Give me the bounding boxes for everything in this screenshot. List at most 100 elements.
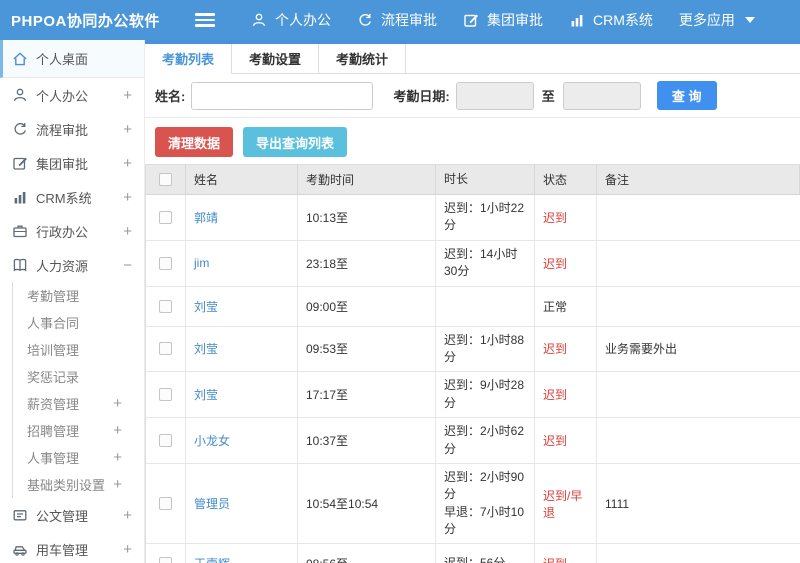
row-checkbox[interactable]	[159, 557, 172, 563]
tab-attendance-settings[interactable]: 考勤设置	[232, 44, 319, 74]
expand-plus[interactable]: +	[113, 476, 122, 493]
bar-chart-icon	[569, 12, 585, 28]
duration-text: 迟到：1小时88分	[436, 326, 535, 372]
note-text: 业务需要外出	[605, 342, 678, 357]
sidebar-item-vehicle-mgmt[interactable]: 用车管理 +	[0, 532, 144, 563]
status-badge: 迟到	[535, 240, 597, 286]
select-all-checkbox[interactable]	[159, 173, 172, 186]
sidebar-subitem-salary-mgmt[interactable]: 薪资管理 +	[13, 390, 144, 417]
name-search-input[interactable]	[191, 81, 374, 110]
tab-attendance-stats[interactable]: 考勤统计	[319, 44, 406, 74]
employee-name-link[interactable]: 刘莹	[194, 298, 218, 315]
duration-text	[436, 286, 535, 326]
date-from-input[interactable]	[455, 81, 534, 110]
tab-attendance-list[interactable]: 考勤列表	[145, 44, 232, 74]
sidebar-subitem-recruit-mgmt[interactable]: 招聘管理 +	[13, 417, 144, 444]
row-checkbox[interactable]	[159, 210, 172, 224]
menu-toggle-icon[interactable]	[195, 13, 215, 27]
expand-minus[interactable]: −	[123, 257, 132, 274]
edit-icon	[12, 155, 36, 171]
table-row: 小龙女 10:37至 迟到：2小时62分 迟到	[146, 418, 800, 464]
sidebar-subitem-attendance-mgmt[interactable]: 考勤管理	[13, 282, 144, 309]
employee-name-link[interactable]: 王壹辉	[194, 555, 230, 563]
table-header-row: 姓名 考勤时间 时长 状态 备注	[146, 165, 800, 195]
expand-plus[interactable]: +	[123, 155, 132, 172]
expand-plus[interactable]: +	[113, 395, 122, 412]
row-checkbox[interactable]	[159, 299, 172, 313]
employee-name-link[interactable]: 郭靖	[194, 209, 218, 226]
sidebar-item-workflow-approval[interactable]: 流程审批 +	[0, 112, 144, 146]
row-checkbox[interactable]	[159, 256, 172, 270]
sidebar-subitem-hr-contract[interactable]: 人事合同	[13, 309, 144, 336]
row-checkbox[interactable]	[159, 497, 172, 511]
status-badge: 迟到/早退	[535, 463, 597, 544]
expand-plus[interactable]: +	[123, 223, 132, 240]
sidebar-item-document-mgmt[interactable]: 公文管理 +	[0, 498, 144, 532]
sidebar-subitem-training-mgmt[interactable]: 培训管理	[13, 336, 144, 363]
note-text	[597, 372, 800, 417]
export-list-button[interactable]: 导出查询列表	[243, 127, 348, 157]
topnav-crm[interactable]: CRM系统	[569, 10, 653, 30]
col-note: 备注	[597, 165, 800, 194]
row-checkbox[interactable]	[159, 434, 172, 448]
clean-data-button[interactable]: 清理数据	[155, 127, 234, 157]
employee-name-link[interactable]: 管理员	[194, 495, 230, 512]
sidebar-item-group-approval[interactable]: 集团审批 +	[0, 146, 144, 180]
table-row: jim 23:18至 迟到：14小时30分 迟到	[146, 240, 800, 287]
attendance-time: 10:37至	[298, 418, 436, 463]
top-header-bar: PHPOA协同办公软件 个人办公 流程审批 集团审批 CRM系统 更多应用	[0, 0, 800, 40]
status-badge: 迟到	[535, 326, 597, 372]
status-badge: 迟到	[535, 418, 597, 463]
home-icon	[12, 51, 36, 67]
person-icon	[251, 12, 267, 28]
actions-bar: 清理数据 导出查询列表	[145, 118, 800, 164]
expand-plus[interactable]: +	[113, 422, 122, 439]
table-row: 刘莹 09:53至 迟到：1小时88分 迟到 业务需要外出	[146, 326, 800, 373]
employee-name-link[interactable]: 刘莹	[194, 340, 218, 357]
duration-text: 迟到：2小时90分 早退：7小时10分	[436, 463, 535, 544]
expand-plus[interactable]: +	[123, 87, 132, 104]
name-label: 姓名:	[155, 89, 186, 104]
topnav-workflow-approval[interactable]: 流程审批	[357, 10, 437, 30]
date-to-input[interactable]	[562, 81, 641, 110]
expand-plus[interactable]: +	[123, 541, 132, 558]
row-checkbox[interactable]	[159, 342, 172, 356]
duration-text: 迟到：2小时62分	[436, 418, 535, 463]
car-icon	[12, 541, 36, 557]
sidebar-item-personal-desktop[interactable]: 个人桌面	[0, 40, 144, 78]
expand-plus[interactable]: +	[113, 449, 122, 466]
attendance-time: 09:53至	[298, 326, 436, 372]
duration-text: 迟到：56分	[436, 544, 535, 563]
sidebar-subitem-reward-punish[interactable]: 奖惩记录	[13, 363, 144, 390]
employee-name-link[interactable]: 刘莹	[194, 386, 218, 403]
col-name: 姓名	[186, 165, 298, 194]
person-icon	[12, 87, 36, 103]
attendance-time: 08:56至	[298, 544, 436, 563]
document-icon	[12, 507, 36, 523]
sidebar-item-crm[interactable]: CRM系统 +	[0, 180, 144, 214]
search-button[interactable]: 查 询	[656, 81, 717, 110]
bar-chart-icon	[12, 189, 36, 205]
row-checkbox[interactable]	[159, 388, 172, 402]
employee-name-link[interactable]: jim	[194, 256, 209, 270]
tab-bar: 考勤列表 考勤设置 考勤统计	[145, 44, 800, 74]
employee-name-link[interactable]: 小龙女	[194, 432, 230, 449]
sidebar-subitem-personnel-mgmt[interactable]: 人事管理 +	[13, 444, 144, 471]
topnav-more-apps[interactable]: 更多应用	[679, 10, 755, 30]
topnav-group-approval[interactable]: 集团审批	[463, 10, 543, 30]
table-row: 刘莹 09:00至 正常	[146, 286, 800, 327]
sidebar-item-personal-office[interactable]: 个人办公 +	[0, 78, 144, 112]
briefcase-icon	[12, 223, 36, 239]
book-icon	[12, 257, 36, 273]
topnav-personal-office[interactable]: 个人办公	[251, 10, 331, 30]
attendance-time: 17:17至	[298, 372, 436, 418]
expand-plus[interactable]: +	[123, 121, 132, 138]
expand-plus[interactable]: +	[123, 189, 132, 206]
sidebar-item-admin-office[interactable]: 行政办公 +	[0, 214, 144, 248]
expand-plus[interactable]: +	[123, 507, 132, 524]
status-badge: 正常	[535, 286, 597, 326]
sidebar-subitem-base-category[interactable]: 基础类别设置 +	[13, 471, 144, 498]
sidebar-item-human-resources[interactable]: 人力资源 −	[0, 248, 144, 282]
filter-bar: 姓名: 考勤日期: 至 查 询	[145, 74, 800, 118]
note-text	[597, 241, 800, 286]
